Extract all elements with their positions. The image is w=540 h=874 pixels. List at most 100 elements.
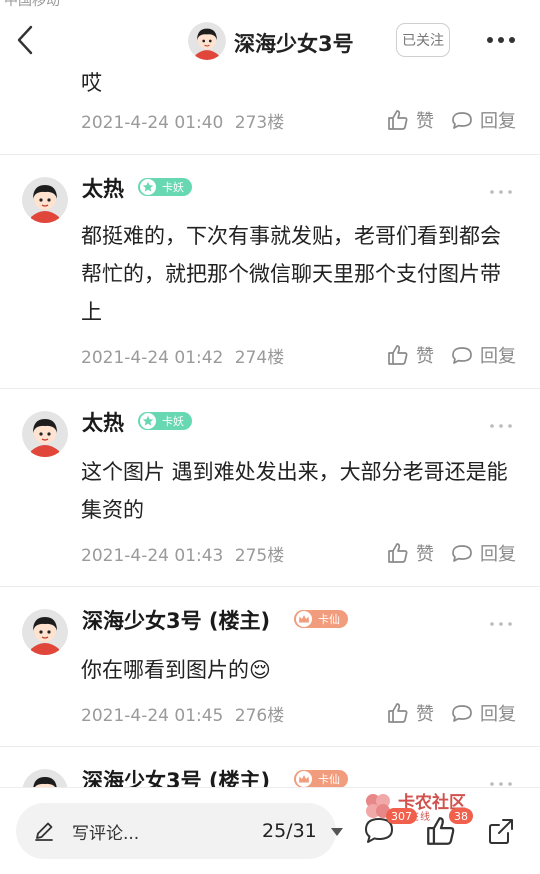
post-text: 你在哪看到图片的: [81, 658, 249, 682]
like-button[interactable]: 赞: [386, 107, 434, 133]
post-content: 这个图片 遇到难处发出来，大部分老哥还是能集资的: [81, 460, 508, 522]
post-item: 哎 2021-4-24 01:40 273楼 赞 回复: [0, 70, 540, 155]
avatar-girl-icon: [22, 609, 68, 655]
page-title: 深海少女3号: [234, 32, 354, 56]
avatar-girl-icon: [22, 177, 68, 223]
user-avatar[interactable]: [22, 769, 68, 787]
avatar-girl-icon: [22, 411, 68, 457]
username[interactable]: 太热: [82, 407, 124, 437]
status-bar: 中国移动: [0, 0, 540, 8]
username[interactable]: 深海少女3号 (楼主): [82, 605, 270, 635]
badge-label: 卡妖: [162, 415, 184, 428]
reply-button[interactable]: 回复: [450, 107, 516, 133]
bottom-bar: 写评论... 25/31 卡农社区 最在线 307 38: [0, 787, 540, 874]
post-more-button[interactable]: [488, 183, 514, 195]
post-meta: 2021-4-24 01:45 276楼: [81, 701, 284, 726]
crown-icon: [296, 611, 312, 627]
post-item: 太热 卡妖 这个图片 遇到难处发出来，大部分老哥还是能集资的 2021-4-24…: [0, 389, 540, 587]
level-badge: 卡妖: [138, 412, 192, 430]
avatar-girl-icon: [22, 769, 68, 787]
reply-label: 回复: [480, 346, 516, 367]
thumbs-up-icon: [388, 110, 408, 130]
reply-label: 回复: [480, 111, 516, 132]
post-item: 深海少女3号 (楼主) 卡仙 你在哪看到图片的😌 2021-4-24 01:45…: [0, 587, 540, 747]
post-floor: 273楼: [234, 113, 285, 133]
speech-bubble-icon: [452, 347, 472, 364]
more-dots-icon: [490, 782, 512, 786]
more-dots-icon: [487, 37, 515, 43]
post-more-button[interactable]: [488, 775, 514, 787]
like-button[interactable]: 赞: [386, 342, 434, 368]
username[interactable]: 太热: [82, 173, 124, 203]
like-label: 赞: [416, 346, 434, 367]
more-dots-icon: [490, 622, 512, 626]
reply-button[interactable]: 回复: [450, 700, 516, 726]
carrier-text: 中国移动: [4, 0, 60, 8]
star-icon: [140, 179, 156, 195]
share-icon: [489, 819, 513, 844]
top-bar: 深海少女3号 已关注: [0, 8, 540, 70]
post-item: 太热 卡妖 都挺难的，下次有事就发贴，老哥们看到都会帮忙的，就把那个微信聊天里那…: [0, 155, 540, 389]
post-more-button[interactable]: [488, 615, 514, 627]
post-content: 哎: [81, 71, 102, 95]
like-count-badge: 38: [449, 808, 473, 824]
user-avatar[interactable]: [22, 609, 68, 655]
thumbs-up-icon: [388, 543, 408, 563]
like-label: 赞: [416, 111, 434, 132]
chevron-left-icon: [17, 25, 33, 55]
level-badge: 卡仙: [294, 610, 348, 628]
pencil-icon: [35, 822, 53, 841]
post-floor: 276楼: [234, 706, 285, 726]
badge-label: 卡妖: [162, 181, 184, 194]
post-floor: 274楼: [234, 348, 285, 368]
post-date: 2021-4-24 01:43: [81, 546, 224, 566]
speech-bubble-icon: [452, 545, 472, 562]
page-indicator: 25/31: [262, 820, 317, 842]
more-dots-icon: [490, 424, 512, 428]
thumbs-up-icon: [388, 703, 408, 723]
like-button[interactable]: 赞: [386, 540, 434, 566]
speech-bubble-icon: [452, 112, 472, 129]
relieved-face-emoji: 😌: [249, 658, 271, 682]
page-selector[interactable]: 25/31: [246, 815, 346, 849]
back-button[interactable]: [12, 22, 42, 58]
thumbs-up-icon: [388, 345, 408, 365]
share-button[interactable]: [484, 814, 518, 848]
comment-count-badge: 307: [386, 808, 417, 824]
post-date: 2021-4-24 01:45: [81, 706, 224, 726]
post-more-button[interactable]: [488, 417, 514, 429]
post-content: 都挺难的，下次有事就发贴，老哥们看到都会帮忙的，就把那个微信聊天里那个支付图片带…: [81, 224, 501, 324]
comment-placeholder: 写评论...: [72, 824, 140, 844]
post-item: 深海少女3号 (楼主) 卡仙: [0, 747, 540, 787]
reply-label: 回复: [480, 704, 516, 725]
speech-bubble-icon: [452, 705, 472, 722]
comment-input[interactable]: 写评论... 25/31: [16, 803, 343, 859]
post-meta: 2021-4-24 01:43 275楼: [81, 541, 284, 566]
badge-label: 卡仙: [318, 613, 340, 626]
badge-label: 卡仙: [318, 773, 340, 786]
post-meta: 2021-4-24 01:42 274楼: [81, 343, 284, 368]
more-dots-icon: [490, 190, 512, 194]
author-avatar[interactable]: [188, 22, 226, 60]
post-floor: 275楼: [234, 546, 285, 566]
username[interactable]: 深海少女3号 (楼主): [82, 765, 270, 787]
crown-icon: [296, 771, 312, 787]
more-options-button[interactable]: [480, 26, 522, 54]
level-badge: 卡仙: [294, 770, 348, 787]
post-date: 2021-4-24 01:40: [81, 113, 224, 133]
user-avatar[interactable]: [22, 177, 68, 223]
star-icon: [140, 413, 156, 429]
reply-label: 回复: [480, 544, 516, 565]
reply-button[interactable]: 回复: [450, 540, 516, 566]
avatar-girl-icon: [188, 22, 226, 60]
post-content: 你在哪看到图片的😌: [81, 651, 521, 689]
like-button[interactable]: 赞: [386, 700, 434, 726]
post-meta: 2021-4-24 01:40 273楼: [81, 108, 284, 133]
follow-button[interactable]: 已关注: [396, 23, 450, 57]
level-badge: 卡妖: [138, 178, 192, 196]
caret-down-icon: [331, 828, 343, 836]
like-label: 赞: [416, 704, 434, 725]
like-label: 赞: [416, 544, 434, 565]
user-avatar[interactable]: [22, 411, 68, 457]
reply-button[interactable]: 回复: [450, 342, 516, 368]
